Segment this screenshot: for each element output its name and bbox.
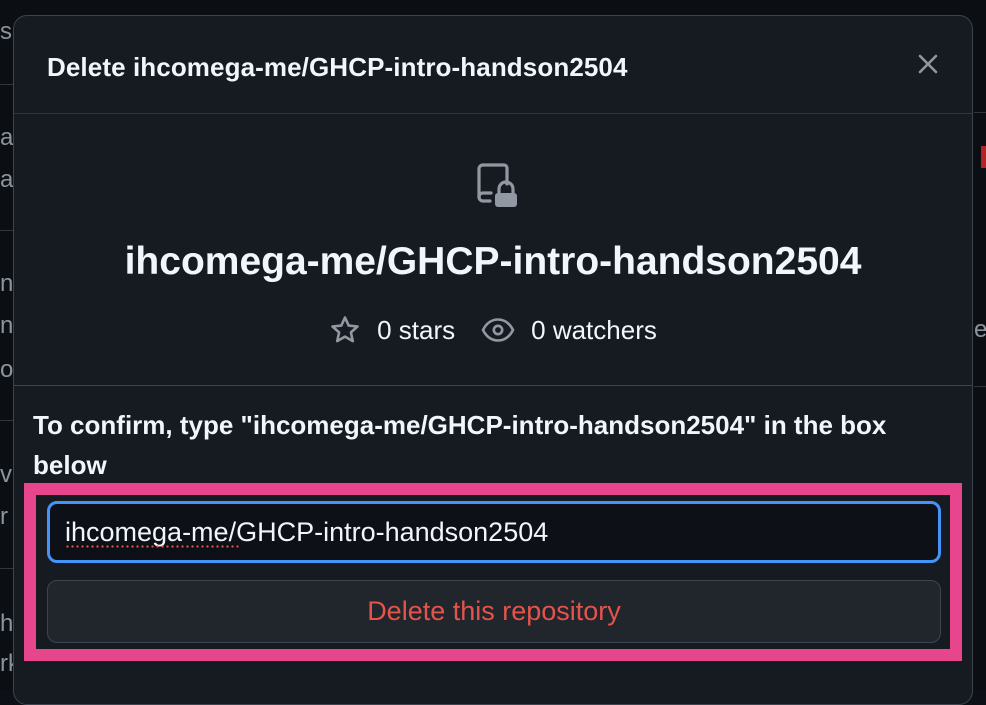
background-divider xyxy=(0,420,14,421)
close-button[interactable] xyxy=(910,46,946,82)
watchers-stat: 0 watchers xyxy=(481,315,657,346)
repo-name: ihcomega-me/GHCP-intro-handson2504 xyxy=(124,240,862,283)
background-text: h xyxy=(0,610,14,637)
eye-icon xyxy=(481,318,515,342)
stars-stat: 0 stars xyxy=(329,314,455,346)
background-divider xyxy=(0,230,14,231)
star-icon xyxy=(331,316,359,343)
stars-label: 0 stars xyxy=(377,314,456,345)
delete-repository-button[interactable]: Delete this repository xyxy=(47,580,941,643)
background-divider xyxy=(974,112,986,113)
background-text: a xyxy=(0,124,14,151)
close-icon xyxy=(918,54,938,74)
background-danger-mark xyxy=(981,146,986,168)
background-text: o xyxy=(0,356,14,383)
background-text: n xyxy=(0,270,14,297)
repo-summary: ihcomega-me/GHCP-intro-handson2504 0 sta… xyxy=(14,114,972,386)
background-divider xyxy=(0,568,14,569)
spellcheck-underline xyxy=(65,545,241,548)
dialog-title: Delete ihcomega-me/GHCP-intro-handson250… xyxy=(47,52,628,82)
background-divider xyxy=(974,386,986,387)
background-text: v xyxy=(0,461,12,488)
repo-locked-icon xyxy=(477,163,517,207)
repo-stats: 0 stars 0 watchers xyxy=(14,314,972,346)
confirm-repo-name-input[interactable] xyxy=(47,501,941,563)
watchers-label: 0 watchers xyxy=(531,314,657,345)
dialog-header: Delete ihcomega-me/GHCP-intro-handson250… xyxy=(14,16,972,114)
background-text: s xyxy=(0,18,12,45)
confirm-instruction: To confirm, type "ihcomega-me/GHCP-intro… xyxy=(33,410,887,480)
background-text: r xyxy=(0,503,8,530)
background-divider xyxy=(0,84,14,85)
background-text: e xyxy=(974,316,986,343)
